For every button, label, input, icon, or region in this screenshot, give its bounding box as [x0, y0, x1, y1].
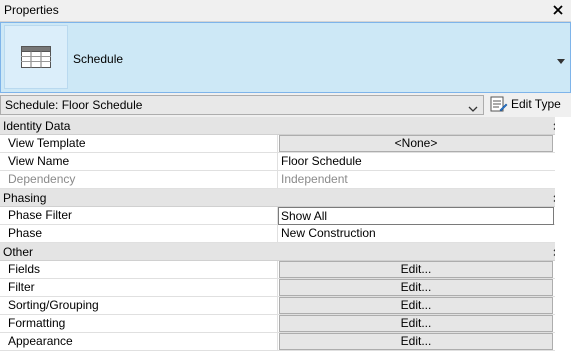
chevron-down-icon[interactable] — [557, 54, 565, 64]
vertical-scrollbar[interactable] — [555, 117, 571, 354]
view-instance-dropdown[interactable]: Schedule: Floor Schedule — [0, 95, 484, 115]
edit-type-label: Edit Type — [511, 97, 561, 111]
property-name: View Template — [0, 135, 278, 152]
property-row-appearance: Appearance Edit... — [0, 333, 571, 351]
group-label: Phasing — [3, 191, 47, 205]
property-row-phase-filter: Phase Filter Show All — [0, 207, 571, 225]
property-name: View Name — [0, 153, 278, 170]
close-icon[interactable] — [551, 1, 565, 19]
property-row-view-template: View Template <None> — [0, 135, 571, 153]
property-row-dependency: Dependency Independent — [0, 171, 571, 189]
view-template-button[interactable]: <None> — [279, 135, 553, 152]
property-name: Appearance — [0, 333, 278, 350]
view-selector-row: Schedule: Floor Schedule Edit Type — [0, 93, 571, 117]
group-label: Other — [3, 245, 34, 259]
property-name: Fields — [0, 261, 278, 278]
formatting-edit-button[interactable]: Edit... — [279, 315, 553, 332]
property-name: Dependency — [0, 171, 278, 188]
property-name: Phase — [0, 225, 278, 242]
properties-grid: Identity Data View Template <None> View … — [0, 117, 571, 351]
property-name: Formatting — [0, 315, 278, 332]
fields-edit-button[interactable]: Edit... — [279, 261, 553, 278]
schedule-table-icon — [4, 25, 68, 89]
group-identity-data[interactable]: Identity Data — [0, 117, 571, 135]
group-label: Identity Data — [3, 119, 71, 133]
property-row-fields: Fields Edit... — [0, 261, 571, 279]
phase-field[interactable]: New Construction — [278, 225, 554, 242]
properties-titlebar: Properties — [0, 0, 571, 22]
group-other[interactable]: Other — [0, 243, 571, 261]
property-name: Sorting/Grouping — [0, 297, 278, 314]
phase-filter-field[interactable]: Show All — [278, 207, 554, 225]
window-title: Properties — [4, 3, 59, 17]
view-name-field[interactable]: Floor Schedule — [278, 153, 554, 170]
view-instance-value: Schedule: Floor Schedule — [5, 98, 143, 112]
property-row-view-name: View Name Floor Schedule — [0, 153, 571, 171]
property-name: Filter — [0, 279, 278, 296]
property-row-formatting: Formatting Edit... — [0, 315, 571, 333]
property-name: Phase Filter — [0, 207, 278, 224]
property-row-sorting-grouping: Sorting/Grouping Edit... — [0, 297, 571, 315]
edit-type-icon — [490, 96, 508, 116]
type-name: Schedule — [73, 52, 124, 66]
property-row-filter: Filter Edit... — [0, 279, 571, 297]
dependency-value: Independent — [281, 172, 348, 186]
dropdown-arrow-icon[interactable] — [468, 102, 478, 116]
property-row-phase: Phase New Construction — [0, 225, 571, 243]
type-selector[interactable]: Schedule — [0, 22, 571, 93]
sorting-edit-button[interactable]: Edit... — [279, 297, 553, 314]
edit-type-button[interactable]: Edit Type — [488, 93, 570, 117]
appearance-edit-button[interactable]: Edit... — [279, 333, 553, 350]
filter-edit-button[interactable]: Edit... — [279, 279, 553, 296]
group-phasing[interactable]: Phasing — [0, 189, 571, 207]
